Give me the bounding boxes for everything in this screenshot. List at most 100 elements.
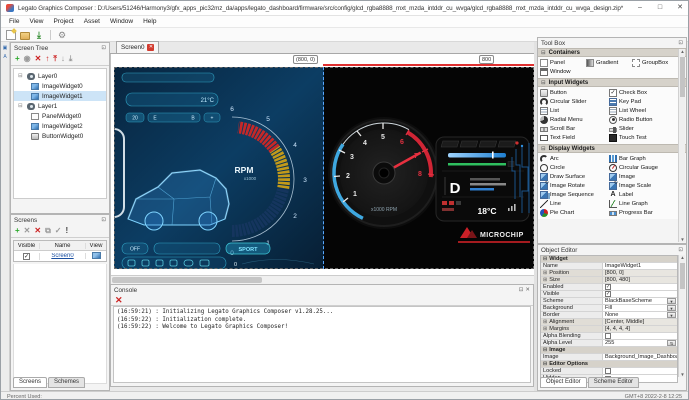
tree-item-buttonwidget0[interactable]: ButtonWidget0 (14, 131, 106, 141)
spinner-icon[interactable]: ⇅ (667, 340, 676, 346)
pin-icon[interactable]: ⊡ (678, 247, 683, 253)
console-log[interactable]: (16:59:21) : Initializing Legato Graphic… (113, 306, 531, 383)
toolbox-item-list[interactable]: List (540, 106, 609, 115)
property-name[interactable]: Name ImageWidget1 (541, 263, 677, 270)
open-project-icon[interactable] (20, 32, 30, 40)
move-up-button[interactable]: ↑ (45, 53, 49, 65)
tree-item-imagewidget2[interactable]: ImageWidget2 (14, 121, 106, 131)
dropdown-icon[interactable]: ▼ (667, 305, 676, 311)
toolbox-item-slider[interactable]: Slider (609, 124, 678, 133)
pin-icon[interactable]: ⊡ (101, 217, 106, 223)
toolbox-item-scroll-bar[interactable]: Scroll Bar (540, 124, 609, 133)
duplicate-screen-button[interactable]: ⧉ (45, 225, 51, 237)
menu-window[interactable]: Window (105, 16, 138, 27)
screen-row[interactable]: ✓ Screen0 (14, 251, 106, 261)
scrollbar-thumb[interactable] (112, 277, 262, 283)
tab-scheme-editor[interactable]: Scheme Editor (588, 377, 639, 388)
toolbox-item-text-field[interactable]: Text Field (540, 133, 609, 142)
validate-screen-button[interactable]: ✓ (55, 225, 62, 237)
toolbox-item-groupbox[interactable]: GroupBox (632, 58, 678, 67)
toolbox-scrollbar[interactable]: ▲ ▼ (678, 49, 685, 242)
property-section-editor-options[interactable]: ⊟Editor Options (541, 361, 677, 368)
collapse-icon[interactable]: ⊟ (541, 50, 546, 56)
toolbox-item-draw-surface[interactable]: Draw Surface (540, 172, 609, 181)
collapse-icon[interactable]: ⊟ (541, 146, 546, 152)
scroll-down-icon[interactable]: ▼ (679, 372, 686, 377)
toolbox-item-button[interactable]: Button (540, 88, 609, 97)
screen-visible-checkbox[interactable]: ✓ (23, 253, 30, 260)
toggle-visibility-button[interactable]: ◉ (24, 53, 31, 65)
add-screen-button[interactable]: + (15, 225, 20, 237)
tree-item-layer0[interactable]: ⊟ Layer0 (14, 71, 106, 81)
move-down-button[interactable]: ↓ (61, 53, 65, 65)
toolbox-item-radial-menu[interactable]: Radial Menu (540, 115, 609, 124)
property-margins[interactable]: ⊞Margins [4, 4, 4, 4] (541, 326, 677, 333)
collapse-icon[interactable]: ⊟ (541, 80, 546, 86)
delete-widget-button[interactable]: ✕ (35, 53, 42, 65)
property-border[interactable]: Border None▼ (541, 312, 677, 319)
minimize-button[interactable]: – (630, 1, 650, 15)
screen-name-link[interactable]: Screen0 (51, 253, 73, 259)
expand-icon[interactable]: ⊞ (543, 319, 547, 325)
toolbox-item-progress-bar[interactable]: Progress Bar (609, 208, 678, 217)
expand-icon[interactable]: ⊞ (543, 277, 547, 283)
property-locked[interactable]: Locked (541, 368, 677, 375)
property-alpha-level[interactable]: Alpha Level 255⇅ (541, 340, 677, 347)
scrollbar-thumb[interactable] (680, 57, 685, 97)
toolbox-item-image[interactable]: Image (609, 172, 678, 181)
locked-checkbox[interactable] (605, 368, 611, 374)
maximize-button[interactable]: □ (650, 1, 670, 15)
menu-help[interactable]: Help (138, 16, 161, 27)
image-widget1-preview-selected[interactable]: 1 2 3 4 5 6 7 8 x1000 RPM (324, 67, 534, 269)
tree-item-layer1[interactable]: ⊟ Layer1 (14, 101, 106, 111)
property-section-image[interactable]: ⊟Image (541, 347, 677, 354)
dropdown-icon[interactable]: ▼ (667, 312, 676, 318)
pin-icon[interactable]: ⊡ (101, 45, 106, 51)
object-editor-scrollbar[interactable]: ▲ ▼ (678, 255, 685, 377)
collapse-icon[interactable]: ⊟ (18, 103, 24, 109)
remove-screen-button[interactable]: ✕ (24, 225, 31, 237)
toolbox-item-keypad[interactable]: Key Pad (609, 97, 678, 106)
pin-icon[interactable]: ⊡ (678, 40, 683, 46)
tab-screens[interactable]: Screens (13, 377, 47, 388)
scroll-up-icon[interactable]: ▲ (679, 255, 686, 260)
toolbox-item-line[interactable]: Line (540, 199, 609, 208)
menu-file[interactable]: File (4, 16, 24, 27)
collapse-icon[interactable]: ⊟ (18, 73, 24, 79)
toolbox-item-circular-slider[interactable]: Circular Slider (540, 97, 609, 106)
property-scheme[interactable]: Scheme BlackBaseScheme▼ (541, 298, 677, 305)
tab-screen0[interactable]: Screen0 ✕ (116, 41, 159, 53)
toolbox-item-image-sequence[interactable]: Image Sequence (540, 190, 609, 199)
screen-warnings-button[interactable]: ! (66, 225, 69, 237)
tab-object-editor[interactable]: Object Editor (540, 377, 587, 388)
toolbox-item-touch-test[interactable]: Touch Test (609, 133, 678, 142)
delete-screen-button[interactable]: ✕ (34, 225, 41, 237)
property-alpha-blending[interactable]: Alpha Blending (541, 333, 677, 340)
property-alignment[interactable]: ⊞Alignment [Center, Middle] (541, 319, 677, 326)
visible-checkbox[interactable]: ✓ (605, 291, 611, 297)
clear-console-button[interactable]: ✕ (115, 294, 123, 306)
section-containers[interactable]: ⊟ Containers (538, 48, 686, 57)
screen-view-icon[interactable] (92, 252, 101, 259)
property-visible[interactable]: Visible ✓ (541, 291, 677, 298)
menu-project[interactable]: Project (48, 16, 78, 27)
toolbox-item-list-wheel[interactable]: List Wheel (609, 106, 678, 115)
menu-view[interactable]: View (24, 16, 48, 27)
move-to-top-button[interactable]: ⤒ (53, 53, 57, 65)
tree-item-imagewidget1-selected[interactable]: ImageWidget1 (14, 91, 106, 101)
alpha-blending-checkbox[interactable] (605, 333, 611, 339)
property-section-widget[interactable]: ⊟Widget (541, 256, 677, 263)
tab-schemes[interactable]: Schemes (48, 377, 85, 388)
pin-icon[interactable]: ⊡ (519, 287, 524, 293)
scroll-down-icon[interactable]: ▼ (679, 237, 686, 242)
toolbox-item-checkbox[interactable]: ✓Check Box (609, 88, 678, 97)
toolbox-item-line-graph[interactable]: Line Graph (609, 199, 678, 208)
toolbox-item-window[interactable]: Window (540, 67, 586, 76)
new-project-icon[interactable] (6, 30, 16, 40)
menu-asset[interactable]: Asset (79, 16, 105, 27)
property-enabled[interactable]: Enabled ✓ (541, 284, 677, 291)
add-widget-button[interactable]: + (15, 53, 20, 65)
collapse-icon[interactable]: ⊟ (543, 347, 547, 353)
section-display-widgets[interactable]: ⊟ Display Widgets (538, 144, 686, 153)
close-button[interactable]: ✕ (670, 1, 689, 15)
